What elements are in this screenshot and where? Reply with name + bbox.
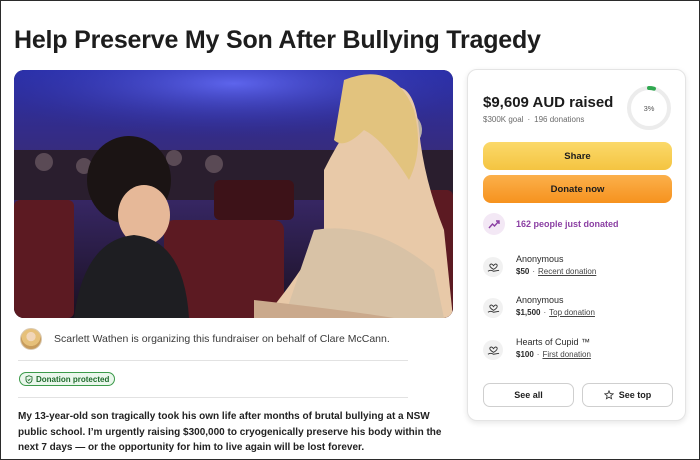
donor-hand-heart-icon [483, 298, 503, 318]
trend-text: 162 people just donated [516, 219, 619, 229]
see-all-button[interactable]: See all [483, 383, 574, 407]
donation-tag-link[interactable]: Recent donation [538, 267, 596, 276]
donor-hand-heart-icon [483, 340, 503, 360]
separator-dot: · [536, 350, 540, 359]
separator-dot: · [532, 267, 536, 276]
progress-percent: 3% [643, 103, 655, 113]
donor-name: Hearts of Cupid ™ [516, 337, 591, 347]
shield-icon [25, 374, 33, 384]
recent-activity: 162 people just donated [483, 213, 619, 235]
divider [18, 360, 408, 361]
star-icon [603, 390, 614, 400]
donation-item: Hearts of Cupid ™ $100 · First donation [483, 336, 591, 361]
donor-name: Anonymous [516, 295, 564, 305]
goal-amount: $300K goal [483, 115, 524, 124]
donation-amount: $1,500 [516, 308, 541, 317]
organizer-avatar[interactable] [20, 328, 42, 350]
donation-tag-link[interactable]: First donation [542, 350, 590, 359]
goal-line: $300K goal · 196 donations [483, 115, 584, 124]
donation-protected-badge[interactable]: Donation protected [19, 372, 116, 386]
donation-tag-link[interactable]: Top donation [549, 308, 595, 317]
hero-photo[interactable] [14, 70, 453, 318]
organizer-text: Scarlett Wathen is organizing this fundr… [54, 333, 390, 345]
trending-up-icon [483, 213, 505, 235]
donor-meta: $100 · First donation [516, 348, 591, 361]
separator-dot: · [543, 308, 547, 317]
donation-count: 196 donations [534, 115, 585, 124]
donor-name: Anonymous [516, 254, 564, 264]
separator-dot: · [527, 115, 531, 124]
donation-card: $9,609 AUD raised $300K goal · 196 donatio… [467, 69, 686, 421]
donor-meta: $1,500 · Top donation [516, 306, 595, 319]
donation-amount: $100 [516, 350, 534, 359]
see-all-label: See all [514, 390, 543, 400]
organizer-row: Scarlett Wathen is organizing this fundr… [20, 328, 390, 350]
page-title: Help Preserve My Son After Bullying Trag… [14, 26, 541, 54]
donation-item: Anonymous $1,500 · Top donation [483, 294, 595, 319]
donor-meta: $50 · Recent donation [516, 265, 596, 278]
donation-item: Anonymous $50 · Recent donation [483, 253, 596, 278]
story-text: My 13-year-old son tragically took his o… [18, 411, 442, 453]
amount-raised: $9,609 AUD raised [483, 94, 614, 111]
badge-label: Donation protected [36, 374, 110, 384]
share-button[interactable]: Share [483, 142, 672, 170]
see-top-label: See top [618, 390, 652, 400]
divider [18, 397, 408, 398]
donation-amount: $50 [516, 267, 530, 276]
see-top-button[interactable]: See top [582, 383, 673, 407]
donate-now-button[interactable]: Donate now [483, 175, 672, 203]
donor-hand-heart-icon [483, 257, 503, 277]
